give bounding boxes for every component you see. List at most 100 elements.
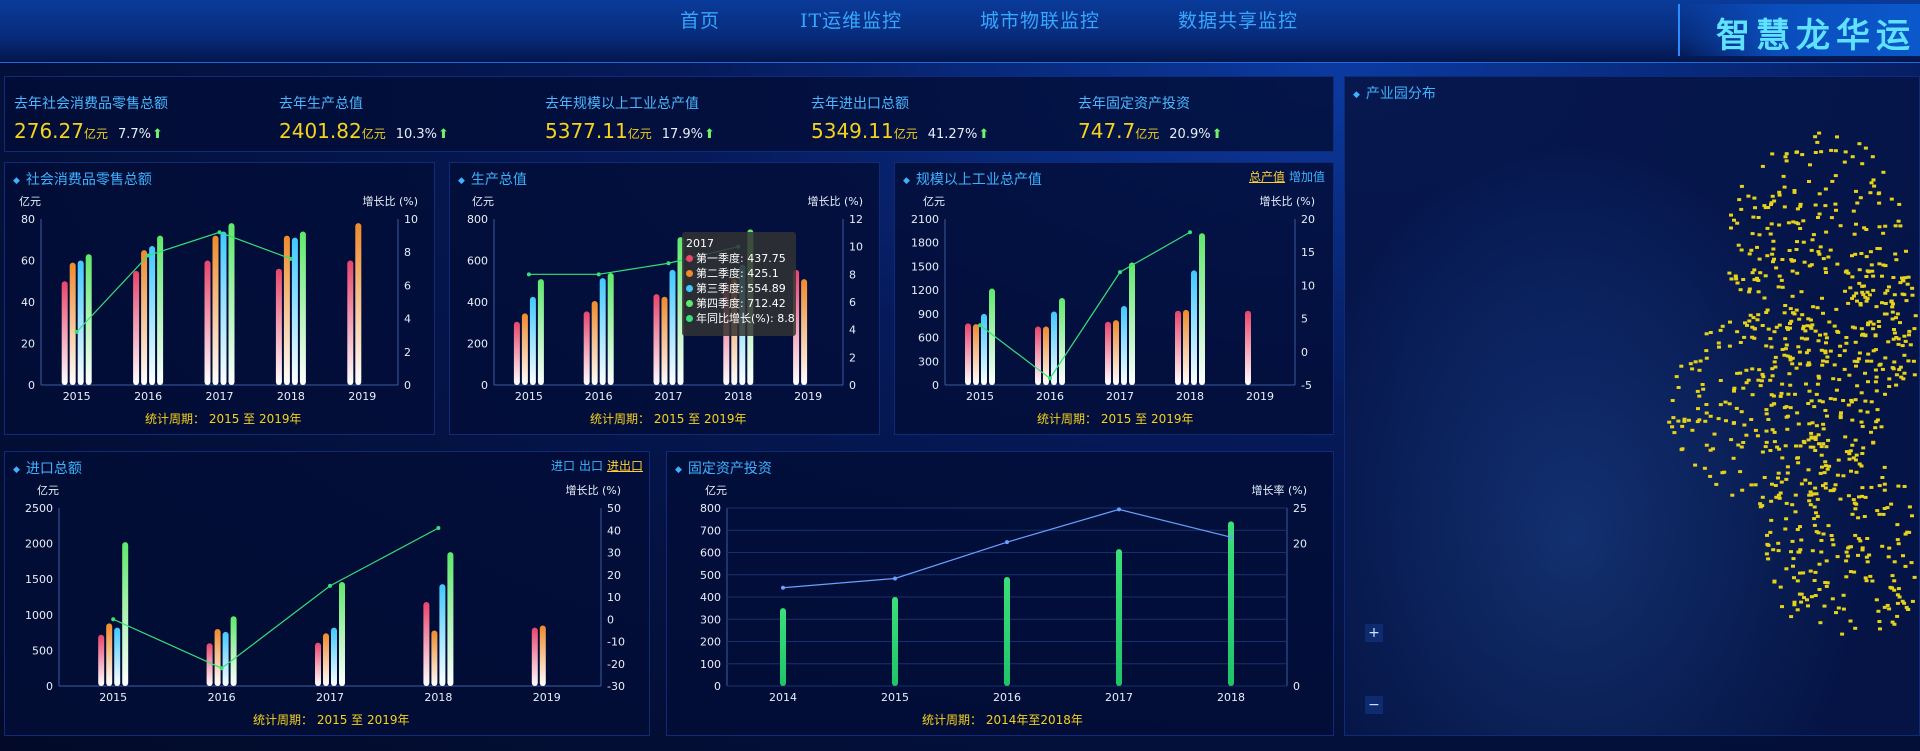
park-marker <box>1810 436 1815 440</box>
park-marker <box>1769 345 1774 349</box>
park-marker <box>1792 576 1796 580</box>
park-marker <box>1693 360 1698 364</box>
park-marker <box>1772 330 1777 334</box>
park-marker <box>1824 341 1828 345</box>
park-marker <box>1912 575 1917 579</box>
park-marker <box>1832 397 1837 401</box>
growth-line <box>979 231 1191 380</box>
park-marker <box>1822 471 1827 475</box>
zoom-in-button[interactable]: + <box>1365 624 1383 642</box>
nav-data-share[interactable]: 数据共享监控 <box>1178 6 1298 33</box>
park-marker <box>1866 380 1870 384</box>
y2-tick-label: 20 <box>1301 213 1315 226</box>
park-marker <box>1892 328 1896 331</box>
y-tick-label: 80 <box>21 213 35 226</box>
park-marker <box>1794 444 1798 448</box>
park-marker <box>1784 567 1789 571</box>
park-marker <box>1822 604 1827 608</box>
y2-axis-label: 增长比 (%) <box>362 194 418 208</box>
x-tick-label: 2015 <box>966 390 994 403</box>
park-marker <box>1821 532 1826 536</box>
x-tick-label: 2017 <box>206 390 234 403</box>
park-marker <box>1824 271 1828 274</box>
park-marker <box>1849 469 1853 473</box>
park-marker <box>1880 367 1885 371</box>
park-marker <box>1794 150 1799 154</box>
y-tick-label: 700 <box>700 524 721 537</box>
park-marker <box>1850 325 1855 329</box>
park-marker <box>1809 431 1814 435</box>
nav-city-iot[interactable]: 城市物联监控 <box>980 6 1100 33</box>
park-marker <box>1882 482 1887 486</box>
park-marker <box>1807 499 1812 503</box>
q3-dot-icon <box>686 285 693 292</box>
bar <box>1228 521 1234 686</box>
x-tick-label: 2016 <box>1036 390 1064 403</box>
park-marker <box>1896 219 1901 223</box>
park-marker <box>1739 248 1744 252</box>
park-marker <box>1868 574 1873 578</box>
park-marker <box>1740 488 1745 492</box>
park-marker <box>1910 514 1914 518</box>
park-marker <box>1912 373 1917 377</box>
park-marker <box>1860 162 1865 166</box>
park-marker <box>1780 348 1785 351</box>
zoom-out-button[interactable]: − <box>1365 696 1383 714</box>
park-marker <box>1753 483 1758 487</box>
park-marker <box>1801 219 1806 223</box>
y-tick-label: 500 <box>700 569 721 582</box>
park-marker <box>1776 476 1780 480</box>
park-marker <box>1756 290 1761 294</box>
park-marker <box>1731 421 1736 425</box>
y-tick-label: 1800 <box>911 237 939 250</box>
park-markers <box>1667 131 1918 636</box>
park-marker <box>1791 220 1796 224</box>
park-marker <box>1880 274 1884 278</box>
park-marker <box>1866 352 1871 356</box>
nav-home[interactable]: 首页 <box>680 6 720 33</box>
park-marker <box>1834 388 1839 392</box>
nav-it-ops[interactable]: IT运维监控 <box>800 6 902 33</box>
park-marker <box>1783 527 1788 531</box>
park-marker <box>1823 486 1828 490</box>
y-tick-label: 2500 <box>25 502 53 515</box>
park-marker <box>1758 505 1763 509</box>
growth-line <box>112 527 439 669</box>
bar <box>1035 326 1041 385</box>
park-map[interactable] <box>1345 77 1920 737</box>
kpi-growth: 17.9% <box>661 127 704 142</box>
park-marker <box>1750 367 1755 371</box>
park-marker <box>1741 278 1746 281</box>
park-marker <box>1784 501 1789 505</box>
kpi-unit: 亿元 <box>893 127 918 141</box>
park-marker <box>1816 531 1821 535</box>
park-marker <box>1881 170 1886 174</box>
park-marker <box>1700 383 1705 386</box>
kpi-label: 去年社会消费品零售总额 <box>14 96 168 112</box>
park-marker <box>1864 579 1869 583</box>
chart-footer: 统计周期： 2015 至 2019年 <box>590 412 747 426</box>
park-marker <box>1795 579 1800 583</box>
park-marker <box>1871 327 1876 331</box>
park-marker <box>1911 359 1916 363</box>
park-marker <box>1808 445 1813 449</box>
park-marker <box>1867 553 1872 557</box>
park-marker <box>1905 607 1910 611</box>
bar <box>347 260 354 385</box>
y2-axis-label: 增长比 (%) <box>565 483 621 497</box>
park-marker <box>1783 444 1788 448</box>
park-marker <box>1714 482 1719 486</box>
park-marker <box>1839 411 1843 415</box>
park-marker <box>1892 293 1897 297</box>
park-marker <box>1880 544 1885 548</box>
kpi-value: 2401.82 <box>279 119 362 143</box>
park-marker <box>1809 326 1814 330</box>
park-marker <box>1773 484 1778 487</box>
park-marker <box>1830 597 1835 601</box>
park-marker <box>1738 470 1743 474</box>
bar <box>537 279 544 385</box>
park-marker <box>1766 543 1771 547</box>
kpi-growth: 20.9% <box>1169 127 1211 142</box>
park-marker <box>1823 409 1828 412</box>
bar <box>275 268 282 385</box>
